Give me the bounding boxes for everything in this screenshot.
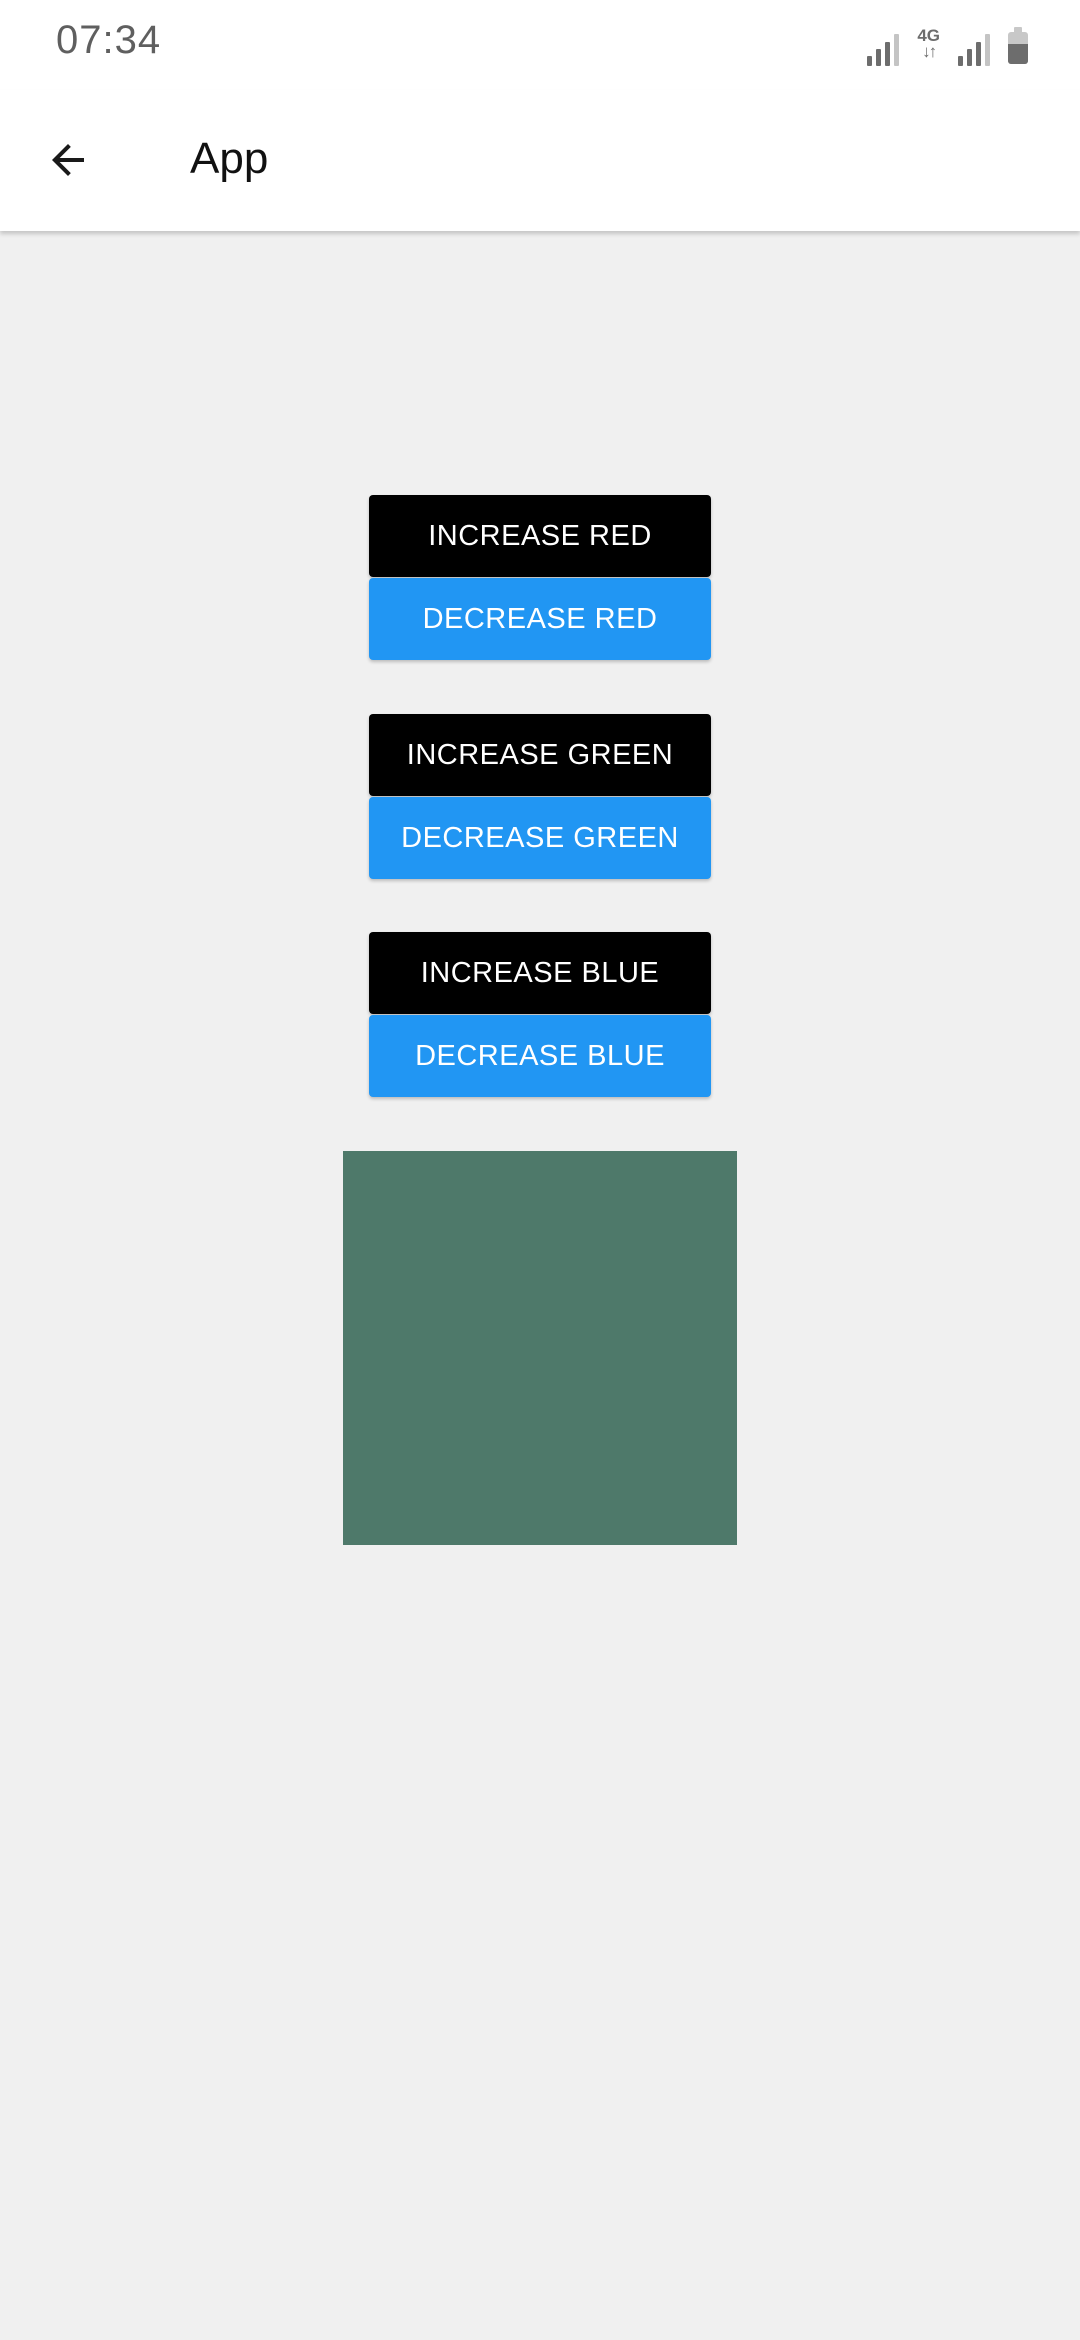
increase-red-button[interactable]: INCREASE RED: [369, 495, 711, 577]
increase-green-button[interactable]: INCREASE GREEN: [369, 714, 711, 796]
battery-icon: [1008, 27, 1028, 64]
decrease-red-button[interactable]: DECREASE RED: [369, 578, 711, 660]
decrease-green-button[interactable]: DECREASE GREEN: [369, 797, 711, 879]
decrease-blue-button[interactable]: DECREASE BLUE: [369, 1015, 711, 1097]
status-time: 07:34: [56, 18, 162, 62]
page-title: App: [190, 134, 269, 183]
status-icons: 4G ↓↑: [867, 24, 1028, 66]
network-4g-icon: 4G ↓↑: [917, 26, 940, 61]
color-preview-box: [343, 1151, 737, 1545]
increase-blue-button[interactable]: INCREASE BLUE: [369, 932, 711, 1014]
app-bar: App: [0, 90, 1080, 231]
status-bar: 07:34 4G ↓↑: [0, 0, 1080, 90]
signal-icon: [867, 32, 900, 66]
arrow-left-icon: [52, 144, 84, 176]
main-content: INCREASE RED DECREASE RED INCREASE GREEN…: [0, 231, 1080, 2340]
signal-icon: [958, 32, 990, 66]
back-button[interactable]: [28, 128, 108, 192]
